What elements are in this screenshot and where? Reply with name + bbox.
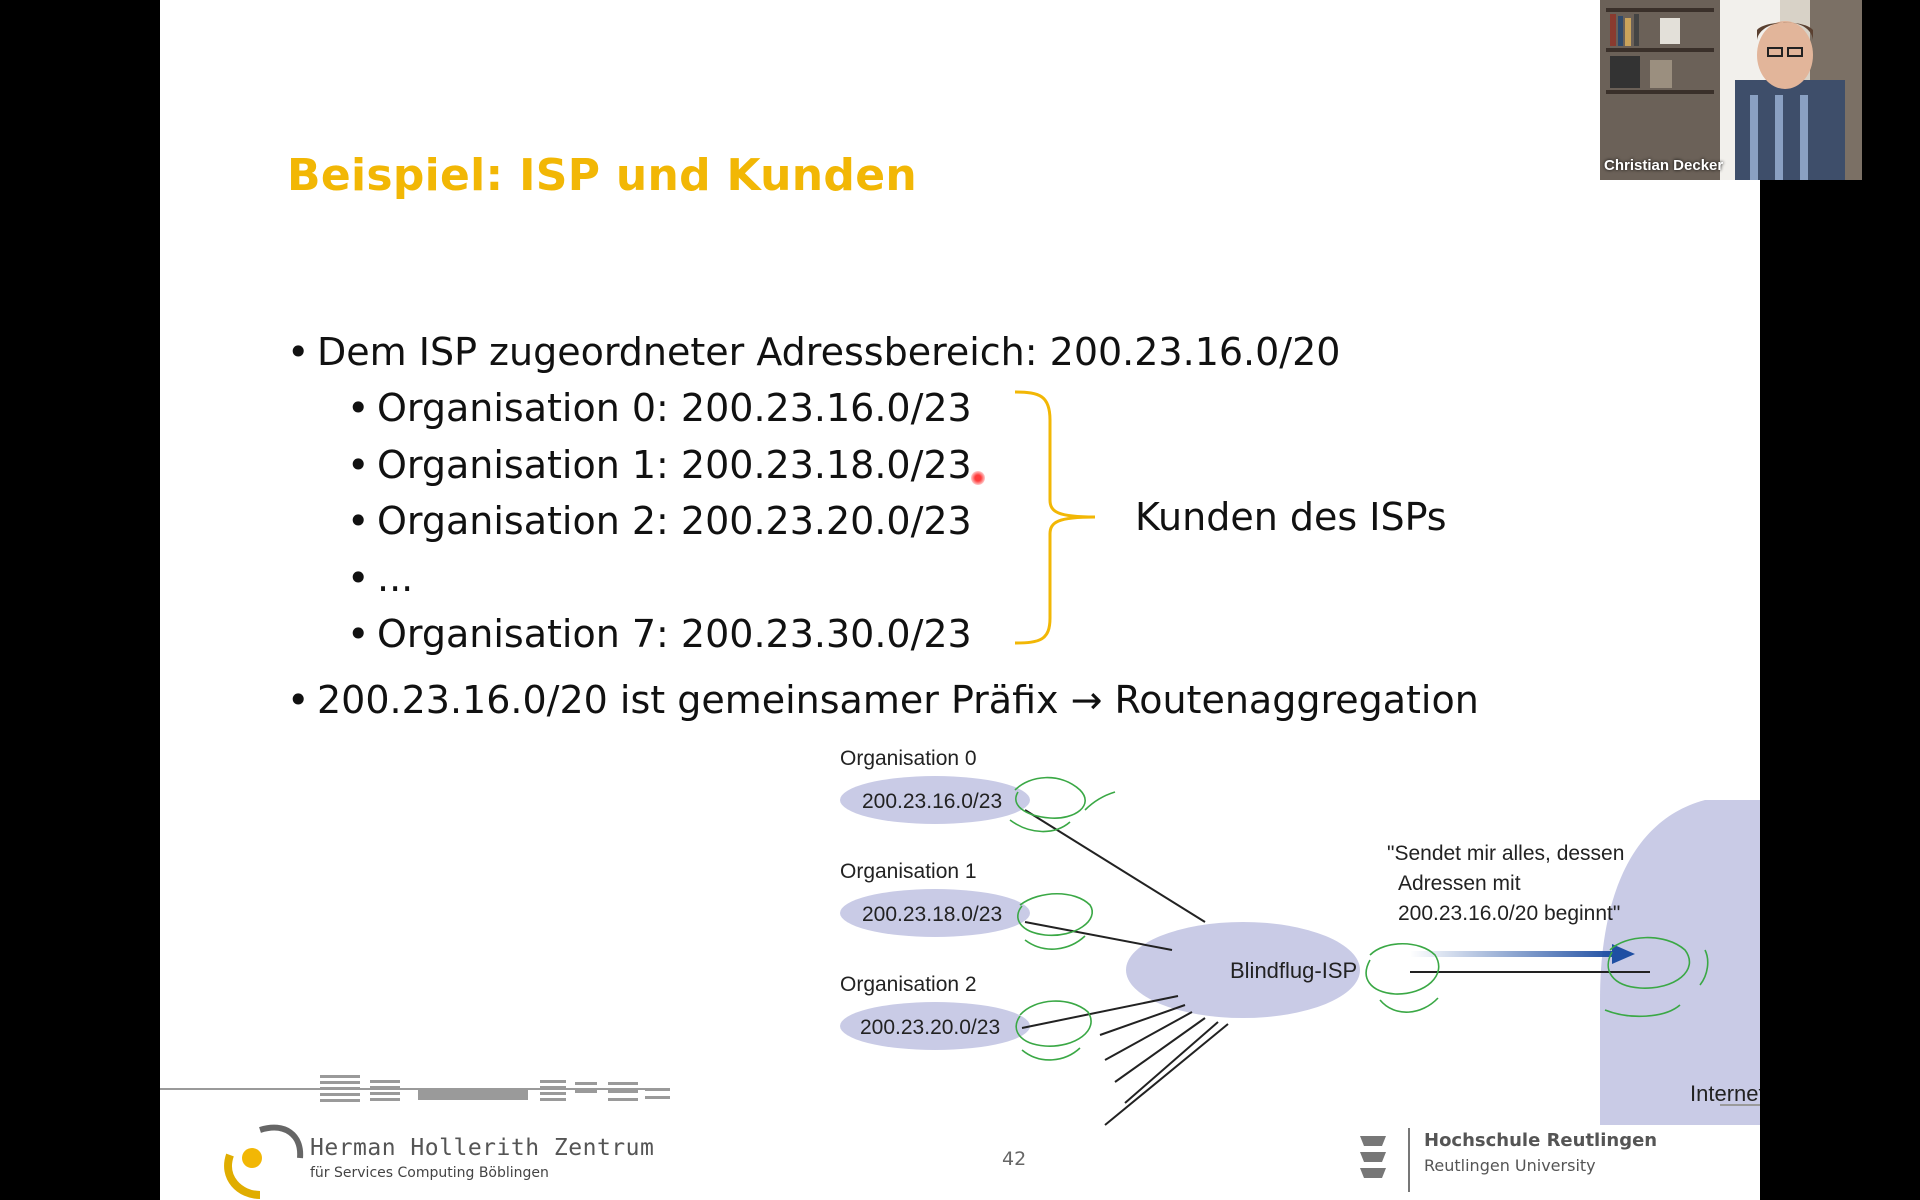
link-org1 [1024,921,1173,951]
announcement-arrow-shaft [1410,951,1615,957]
quote-line-2: Adressen mit [1398,872,1521,895]
hhz-logo-icon [224,1124,304,1199]
quote-line-1: "Sendet mir alles, dessen [1387,842,1624,865]
curly-bracket [1014,390,1096,645]
org-prefix-0: 200.23.16.0/23 [862,790,1002,813]
hhz-logo-name: Herman Hollerith Zentrum [310,1135,655,1161]
org-label-0: Organisation 0 [840,747,977,770]
university-crest-icon [1360,1128,1410,1192]
link-extra [1124,1021,1219,1104]
university-name-english: Reutlingen University [1424,1156,1596,1175]
link-org0 [1024,809,1206,923]
laser-pointer [971,471,985,485]
quote-line-3: 200.23.16.0/20 beginnt" [1398,902,1620,925]
internet-label: Internet [1690,1081,1760,1106]
org-prefix-1: 200.23.18.0/23 [862,903,1002,926]
hhz-logo-subtitle: für Services Computing Böblingen [310,1165,549,1181]
webcam-feed [1600,0,1862,180]
presentation-slide: Beispiel: ISP und Kunden • Dem ISP zugeor… [160,0,1760,1200]
link-org2 [1021,995,1179,1029]
org-prefix-2: 200.23.20.0/23 [860,1016,1000,1039]
participant-name: Christian Decker [1604,157,1724,174]
ink-scribble [1017,892,1093,950]
webcam-video-tile[interactable]: Christian Decker [1600,0,1862,180]
university-name: Hochschule Reutlingen [1424,1130,1658,1151]
link-extra [1104,1023,1229,1126]
isp-diagram: Organisation 0 200.23.16.0/23 Organisati… [160,390,1760,1199]
slide-page-number: 42 [1002,1148,1027,1170]
org-label-2: Organisation 2 [840,973,977,996]
isp-label: Blindflug-ISP [1230,958,1357,983]
org-label-1: Organisation 1 [840,860,977,883]
footer-skyline [160,1075,1760,1106]
